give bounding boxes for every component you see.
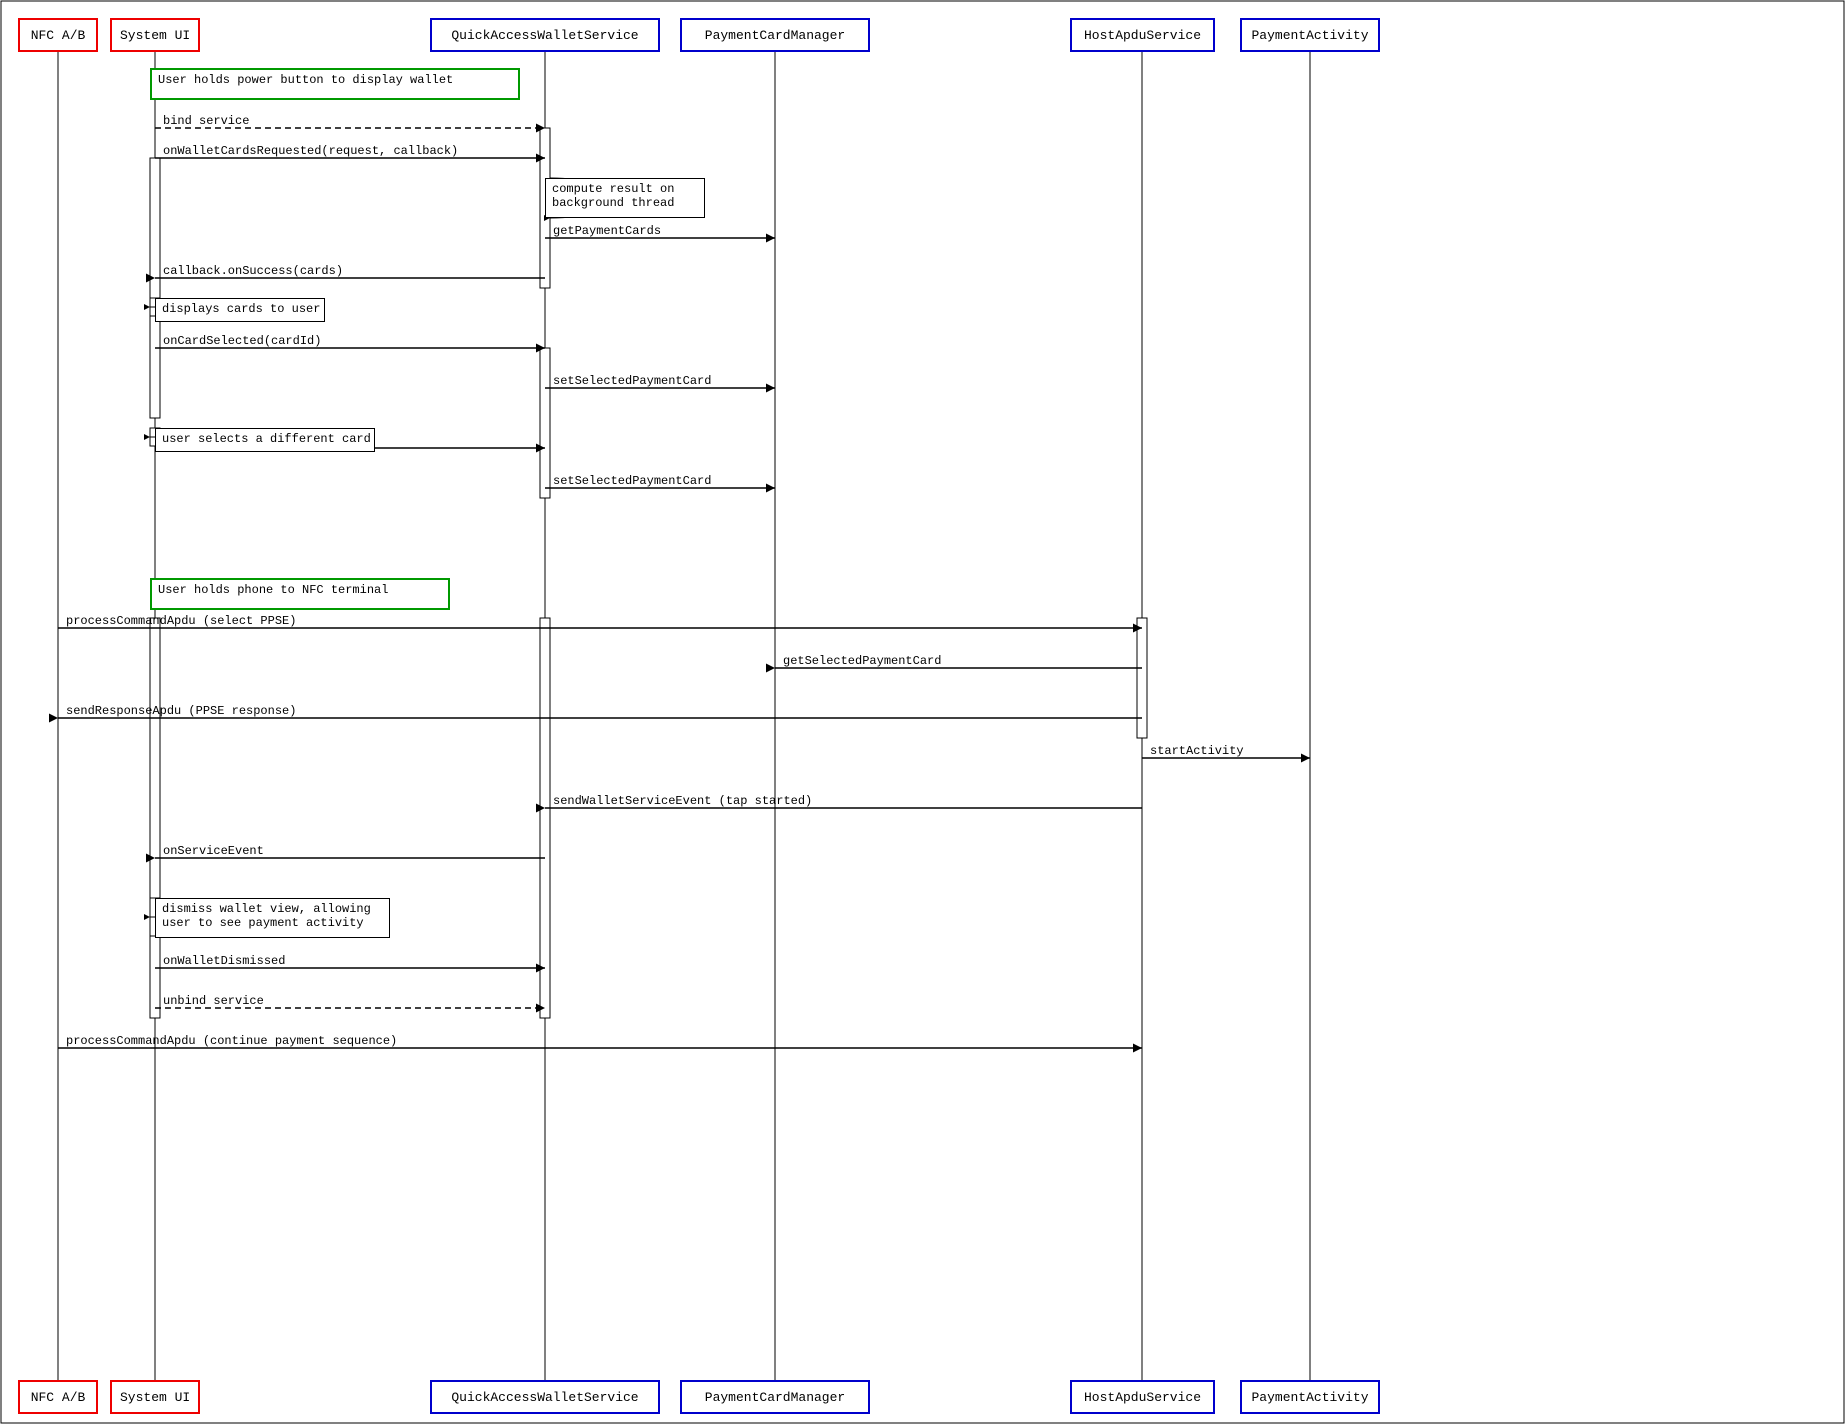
svg-text:sendWalletServiceEvent (tap st: sendWalletServiceEvent (tap started): [553, 794, 812, 808]
actor-bottom-has_b: HostApduService: [1070, 1380, 1215, 1414]
svg-text:onWalletCardsRequested(request: onWalletCardsRequested(request, callback…: [163, 144, 458, 158]
svg-text:sendResponseApdu (PPSE respons: sendResponseApdu (PPSE response): [66, 704, 296, 718]
actor-bottom-sysui_b: System UI: [110, 1380, 200, 1414]
svg-text:processCommandApdu (select PPS: processCommandApdu (select PPSE): [66, 614, 296, 628]
svg-text:setSelectedPaymentCard: setSelectedPaymentCard: [553, 374, 711, 388]
svg-text:onCardSelected(cardId): onCardSelected(cardId): [163, 334, 321, 348]
actor-bottom-nfc_b: NFC A/B: [18, 1380, 98, 1414]
diagram-container: bind service onWalletCardsRequested(reque…: [0, 0, 1845, 1424]
svg-text:setSelectedPaymentCard: setSelectedPaymentCard: [553, 474, 711, 488]
self-note-2: user selects a different card: [155, 428, 375, 452]
actor-top-sysui: System UI: [110, 18, 200, 52]
svg-text:unbind service: unbind service: [163, 994, 264, 1008]
svg-text:onWalletDismissed: onWalletDismissed: [163, 954, 285, 968]
actor-bottom-pa_b: PaymentActivity: [1240, 1380, 1380, 1414]
svg-text:onServiceEvent: onServiceEvent: [163, 844, 264, 858]
actor-bottom-qaws_b: QuickAccessWalletService: [430, 1380, 660, 1414]
actor-top-pcm: PaymentCardManager: [680, 18, 870, 52]
svg-text:bind service: bind service: [163, 114, 249, 128]
actor-top-pa: PaymentActivity: [1240, 18, 1380, 52]
note-1: User holds phone to NFC terminal: [150, 578, 450, 610]
actor-top-nfc: NFC A/B: [18, 18, 98, 52]
self-note-3: dismiss wallet view, allowing user to se…: [155, 898, 390, 938]
actor-top-qaws: QuickAccessWalletService: [430, 18, 660, 52]
svg-text:processCommandApdu (continue p: processCommandApdu (continue payment seq…: [66, 1034, 397, 1048]
svg-text:startActivity: startActivity: [1150, 744, 1244, 758]
svg-text:getSelectedPaymentCard: getSelectedPaymentCard: [783, 654, 941, 668]
actor-bottom-pcm_b: PaymentCardManager: [680, 1380, 870, 1414]
actor-top-has: HostApduService: [1070, 18, 1215, 52]
svg-text:callback.onSuccess(cards): callback.onSuccess(cards): [163, 264, 343, 278]
svg-text:getPaymentCards: getPaymentCards: [553, 224, 661, 238]
self-note-0: compute result on background thread: [545, 178, 705, 218]
sequence-arrows: bind service onWalletCardsRequested(reque…: [0, 0, 1845, 1424]
note-0: User holds power button to display walle…: [150, 68, 520, 100]
self-note-1: displays cards to user: [155, 298, 325, 322]
